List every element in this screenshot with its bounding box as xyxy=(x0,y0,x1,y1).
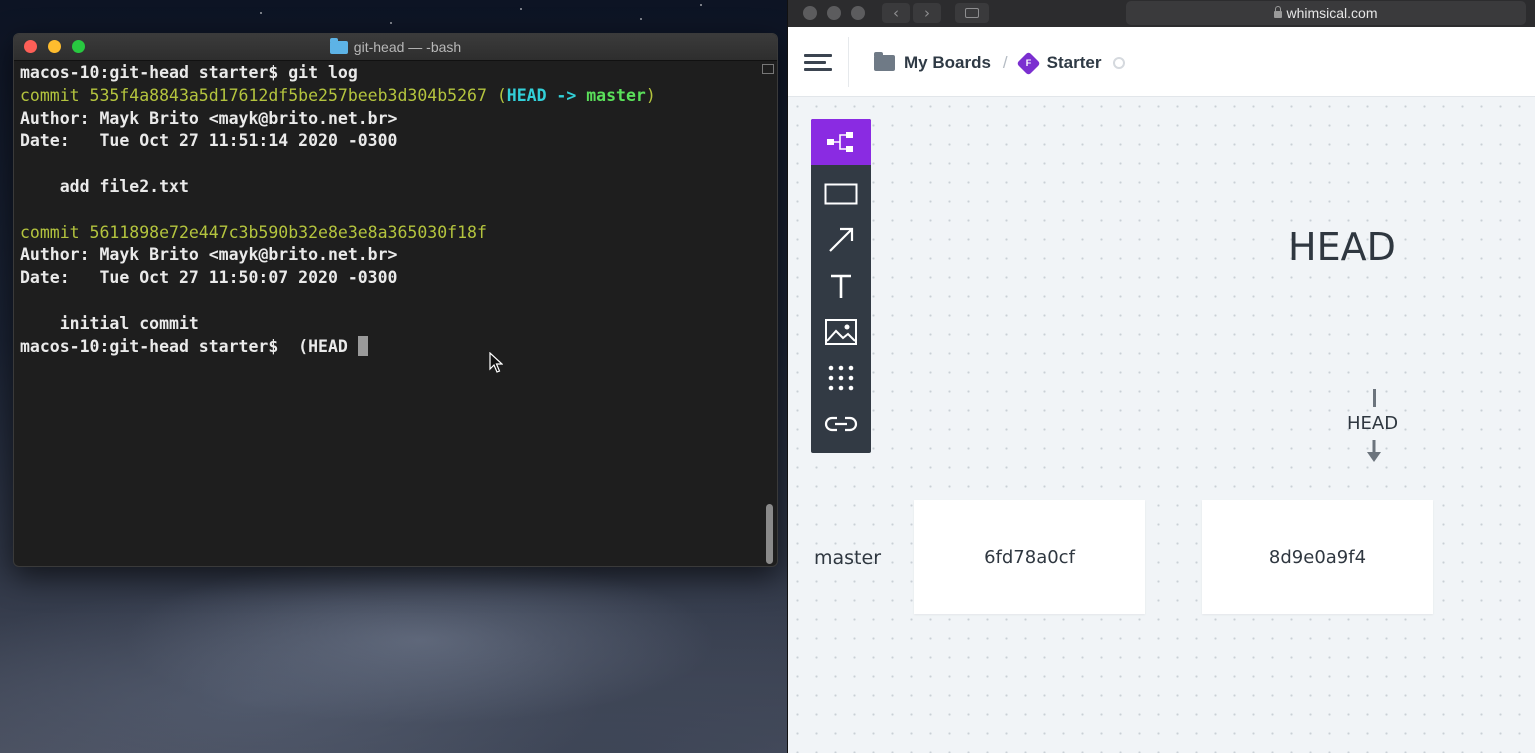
terminal-text: Author: Mayk Brito <mayk@brito.net.br> xyxy=(20,108,398,128)
board-canvas[interactable]: HEAD HEAD master 6fd78a0cf 8d9e0a9f4 xyxy=(788,97,1535,753)
link-tool[interactable] xyxy=(811,401,871,447)
terminal-titlebar[interactable]: git-head — -bash xyxy=(14,34,777,61)
header-divider xyxy=(848,37,849,87)
terminal-line: add file2.txt xyxy=(20,176,757,199)
save-status-icon xyxy=(1113,57,1126,69)
breadcrumb-board-name[interactable]: Starter xyxy=(1047,53,1102,73)
terminal-line: commit 535f4a8843a5d17612df5be257beeb3d3… xyxy=(20,85,757,108)
board-badge-letter: F xyxy=(1025,57,1031,68)
terminal-line: Date: Tue Oct 27 11:51:14 2020 -0300 xyxy=(20,130,757,153)
grid-icon xyxy=(828,365,854,391)
terminal-text: initial commit xyxy=(20,313,199,333)
breadcrumb-separator: / xyxy=(1002,53,1008,72)
terminal-output[interactable]: macos-10:git-head starter$ git log commit… xyxy=(20,62,757,566)
terminal-text: Author: Mayk Brito <mayk@brito.net.br> xyxy=(20,245,398,265)
whimsical-header: My Boards / F Starter xyxy=(788,27,1535,97)
head-pointer-line[interactable] xyxy=(1373,389,1376,407)
terminal-text: add file2.txt xyxy=(20,176,189,196)
terminal-line: Date: Tue Oct 27 11:50:07 2020 -0300 xyxy=(20,267,757,290)
terminal-line: Author: Mayk Brito <mayk@brito.net.br> xyxy=(20,108,757,131)
link-icon xyxy=(824,416,858,432)
commit-box[interactable]: 8d9e0a9f4 xyxy=(1202,500,1433,614)
terminal-line: initial commit xyxy=(20,313,757,336)
browser-toolbar: ‹ › whimsical.com xyxy=(788,0,1535,27)
text-icon xyxy=(831,274,851,298)
arrow-down-icon[interactable] xyxy=(1366,440,1382,464)
terminal-title-text: git-head — -bash xyxy=(353,39,462,55)
mouse-pointer-icon xyxy=(489,352,503,373)
terminal-prompt: macos-10:git-head starter$ (HEAD xyxy=(20,336,358,356)
board-diamond-icon: F xyxy=(1016,50,1041,76)
text-tool[interactable] xyxy=(811,263,871,309)
terminal-title: git-head — -bash xyxy=(14,38,777,55)
arrow-tool[interactable] xyxy=(811,217,871,263)
folder-icon xyxy=(329,38,348,54)
rectangle-tool[interactable] xyxy=(811,171,871,217)
terminal-window[interactable]: git-head — -bash macos-10:git-head start… xyxy=(13,33,778,567)
canvas-toolbar xyxy=(811,119,871,453)
minimize-button[interactable] xyxy=(827,6,841,20)
arrow-icon xyxy=(829,227,854,252)
folder-icon xyxy=(874,52,895,71)
terminal-text: macos-10:git-head starter$ git log xyxy=(20,63,358,82)
forward-button[interactable]: › xyxy=(913,3,941,23)
branch-label-master[interactable]: master xyxy=(814,547,881,569)
head-pointer-label[interactable]: HEAD xyxy=(1347,413,1398,434)
terminal-text: Date: Tue Oct 27 11:51:14 2020 -0300 xyxy=(20,131,398,151)
image-icon xyxy=(825,319,857,345)
rectangle-icon xyxy=(824,183,858,205)
head-title-text[interactable]: HEAD xyxy=(1288,225,1396,269)
split-pane-icon[interactable] xyxy=(762,64,774,74)
terminal-line: Author: Mayk Brito <mayk@brito.net.br> xyxy=(20,244,757,267)
terminal-prompt-line[interactable]: macos-10:git-head starter$ (HEAD xyxy=(20,335,757,359)
sidebar-toggle-icon[interactable] xyxy=(955,3,989,23)
flowchart-icon xyxy=(827,132,853,152)
menu-icon[interactable] xyxy=(804,54,832,72)
lock-icon xyxy=(1274,6,1283,18)
terminal-text: HEAD -> xyxy=(506,85,587,105)
terminal-text: ( xyxy=(496,85,507,105)
terminal-text: master xyxy=(586,85,646,105)
grid-tool[interactable] xyxy=(811,355,871,401)
address-bar[interactable]: whimsical.com xyxy=(1126,1,1526,25)
address-bar-url: whimsical.com xyxy=(1286,5,1378,21)
terminal-scrollbar[interactable] xyxy=(766,504,773,564)
browser-window[interactable]: ‹ › whimsical.com My Boards / F Starter xyxy=(787,0,1535,753)
zoom-button[interactable] xyxy=(851,6,865,20)
terminal-text: commit 535f4a8843a5d17612df5be257beeb3d3… xyxy=(20,85,497,105)
terminal-text: Date: Tue Oct 27 11:50:07 2020 -0300 xyxy=(20,268,398,288)
terminal-line: commit 5611898e72e447c3b590b32e8e3e8a365… xyxy=(20,222,757,245)
text-cursor xyxy=(357,335,368,356)
commit-box[interactable]: 6fd78a0cf xyxy=(914,500,1145,614)
breadcrumb-my-boards[interactable]: My Boards xyxy=(904,53,991,73)
back-button[interactable]: ‹ xyxy=(882,3,910,23)
terminal-line: macos-10:git-head starter$ git log xyxy=(20,62,757,85)
terminal-text: commit 5611898e72e447c3b590b32e8e3e8a365… xyxy=(20,222,487,242)
flowchart-tool[interactable] xyxy=(811,119,871,165)
terminal-text: ) xyxy=(645,85,656,105)
breadcrumb: My Boards / F Starter xyxy=(874,50,1126,76)
close-button[interactable] xyxy=(803,6,817,20)
image-tool[interactable] xyxy=(811,309,871,355)
